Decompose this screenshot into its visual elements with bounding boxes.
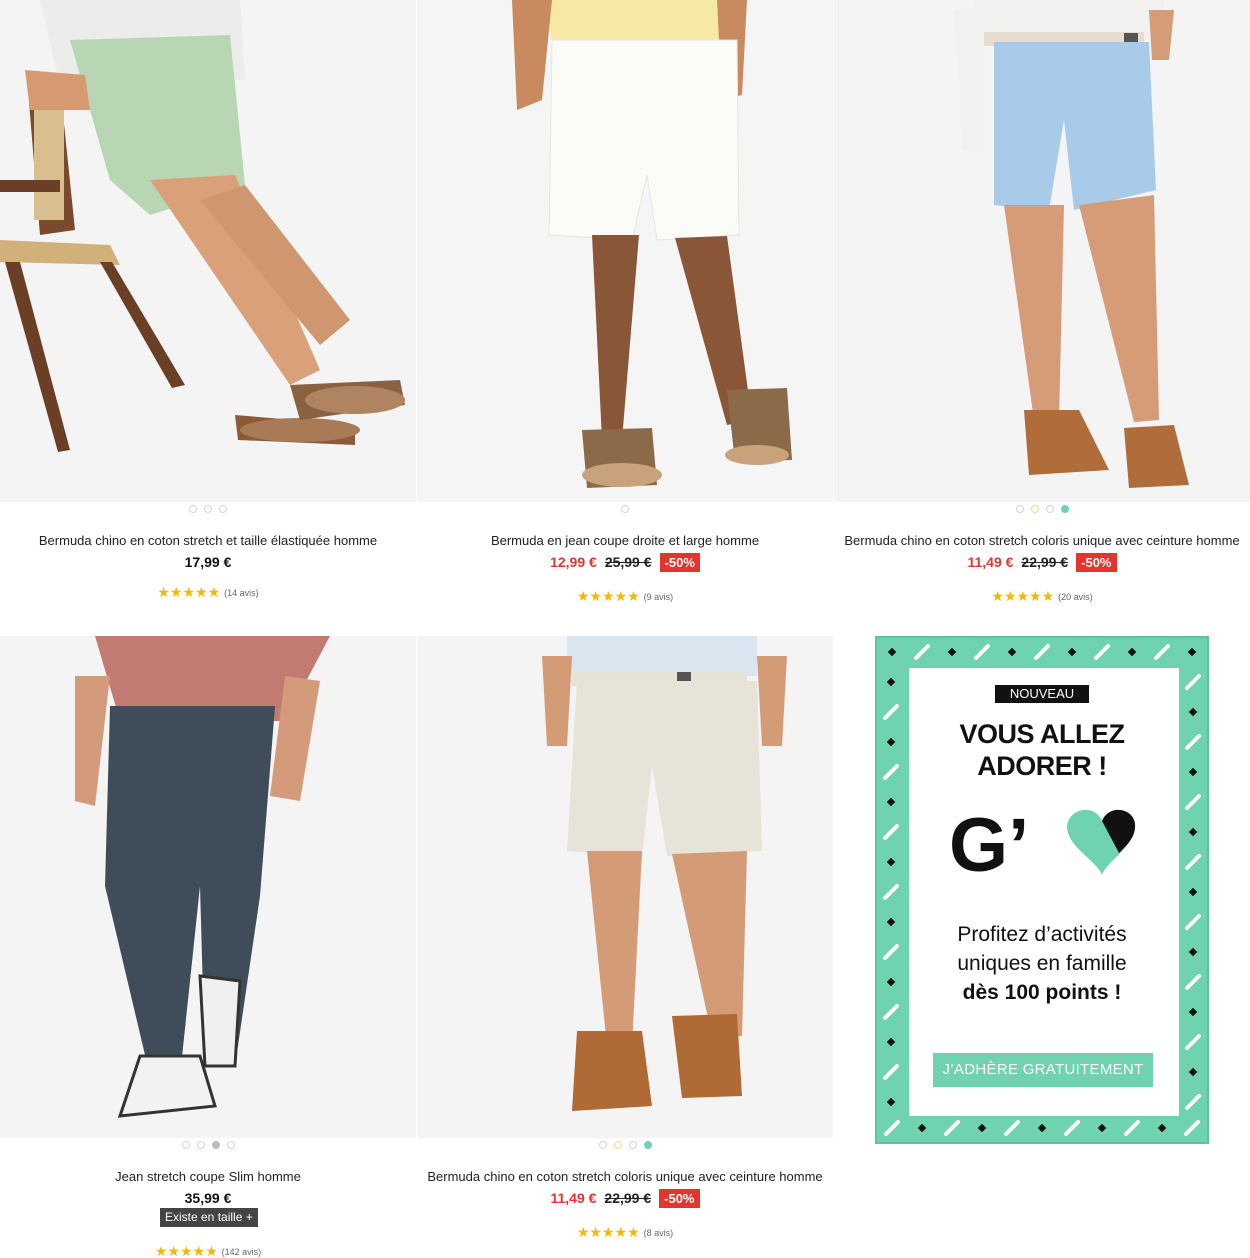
- product-price-row: 11,49 € 22,99 € -50%: [417, 1187, 833, 1209]
- product-image[interactable]: [417, 0, 833, 502]
- product-price-row: 12,99 € 25,99 € -50%: [417, 551, 833, 573]
- review-count: (142 avis): [221, 1246, 262, 1257]
- rating-stars: ★★★★★: [157, 584, 221, 600]
- original-price: 22,99 €: [1021, 554, 1069, 570]
- carousel-dot[interactable]: [598, 1141, 607, 1149]
- product-photo-illustration: [0, 0, 416, 502]
- carousel-dot[interactable]: [219, 505, 227, 513]
- sale-price: 11,49 €: [550, 1190, 597, 1206]
- product-photo-illustration: [834, 0, 1250, 502]
- size-availability-badge[interactable]: Existe en taille +: [160, 1208, 258, 1227]
- product-title[interactable]: Bermuda chino en coton stretch et taille…: [0, 533, 416, 548]
- product-title[interactable]: Jean stretch coupe Slim homme: [0, 1169, 416, 1184]
- image-carousel-dots[interactable]: [0, 505, 416, 515]
- product-photo-illustration: [0, 636, 416, 1138]
- product-price: 17,99 €: [184, 554, 232, 570]
- product-price: 35,99 €: [184, 1190, 232, 1206]
- product-title[interactable]: Bermuda chino en coton stretch coloris u…: [834, 533, 1250, 548]
- review-count: (14 avis): [224, 587, 259, 598]
- image-carousel-dots[interactable]: [834, 505, 1250, 515]
- review-count: (20 avis): [1058, 591, 1093, 602]
- loyalty-promo-banner[interactable]: NOUVEAU VOUS ALLEZ ADORER ! G’ Profitez …: [875, 636, 1209, 1144]
- promo-headline: VOUS ALLEZ ADORER !: [877, 718, 1207, 782]
- carousel-dot[interactable]: [189, 505, 197, 513]
- product-price-row: 35,99 €: [0, 1187, 416, 1209]
- carousel-dot[interactable]: [226, 1141, 235, 1149]
- product-rating[interactable]: ★★★★★ (9 avis): [417, 588, 833, 605]
- product-title[interactable]: Bermuda en jean coupe droite et large ho…: [417, 533, 833, 548]
- carousel-dot[interactable]: [1060, 505, 1069, 513]
- carousel-dot[interactable]: [613, 1141, 622, 1149]
- carousel-dot[interactable]: [1015, 505, 1024, 513]
- original-price: 22,99 €: [604, 1190, 652, 1206]
- product-image[interactable]: [834, 0, 1250, 502]
- carousel-dot[interactable]: [181, 1141, 190, 1149]
- carousel-dot[interactable]: [643, 1141, 652, 1149]
- carousel-dot[interactable]: [204, 505, 212, 513]
- image-carousel-dots[interactable]: [417, 505, 833, 515]
- carousel-dot[interactable]: [1030, 505, 1039, 513]
- product-rating[interactable]: ★★★★★ (142 avis): [0, 1243, 416, 1258]
- product-price-row: 17,99 €: [0, 551, 416, 573]
- product-rating[interactable]: ★★★★★ (20 avis): [834, 588, 1250, 605]
- review-count: (8 avis): [643, 1227, 674, 1238]
- product-image[interactable]: [0, 0, 416, 502]
- join-free-button[interactable]: J’ADHÈRE GRATUITEMENT: [933, 1053, 1153, 1087]
- product-card[interactable]: Bermuda chino en coton stretch coloris u…: [417, 636, 833, 1258]
- rating-stars: ★★★★★: [991, 588, 1055, 604]
- rating-stars: ★★★★★: [576, 1224, 640, 1240]
- discount-badge: -50%: [1076, 552, 1117, 572]
- promo-body-line: uniques en famille: [957, 952, 1127, 975]
- logo-text: G’: [949, 803, 1029, 878]
- sale-price: 12,99 €: [550, 554, 597, 570]
- product-title[interactable]: Bermuda chino en coton stretch coloris u…: [417, 1169, 833, 1184]
- image-carousel-dots[interactable]: [417, 1141, 833, 1151]
- product-card[interactable]: Bermuda en jean coupe droite et large ho…: [417, 0, 833, 620]
- carousel-dot[interactable]: [1045, 505, 1054, 513]
- rating-stars: ★★★★★: [576, 588, 640, 604]
- discount-badge: -50%: [659, 552, 700, 572]
- discount-badge: -50%: [659, 1188, 700, 1208]
- product-rating[interactable]: ★★★★★ (14 avis): [0, 584, 416, 601]
- promo-headline-line: ADORER !: [977, 751, 1107, 781]
- promo-body-line: Profitez d’activités: [957, 923, 1127, 946]
- product-photo-illustration: [417, 636, 833, 1138]
- promo-body-line: dès 100 points !: [962, 981, 1122, 1004]
- original-price: 25,99 €: [604, 554, 652, 570]
- carousel-dot[interactable]: [196, 1141, 205, 1149]
- product-rating[interactable]: ★★★★★ (8 avis): [417, 1224, 833, 1241]
- image-carousel-dots[interactable]: [0, 1141, 416, 1151]
- product-card[interactable]: Bermuda chino en coton stretch coloris u…: [834, 0, 1250, 620]
- promo-headline-line: VOUS ALLEZ: [959, 719, 1125, 749]
- product-photo-illustration: [417, 0, 833, 502]
- sale-price: 11,49 €: [967, 554, 1014, 570]
- review-count: (9 avis): [643, 591, 674, 602]
- g-heart-logo-icon: G’: [949, 803, 1136, 878]
- promo-body-text: Profitez d’activités uniques en famille …: [877, 920, 1207, 1007]
- product-image[interactable]: [417, 636, 833, 1138]
- rating-stars: ★★★★★: [154, 1243, 218, 1258]
- product-price-row: 11,49 € 22,99 € -50%: [834, 551, 1250, 573]
- carousel-dot[interactable]: [211, 1141, 220, 1149]
- new-badge: NOUVEAU: [995, 685, 1089, 703]
- product-image[interactable]: [0, 636, 416, 1138]
- carousel-dot[interactable]: [621, 505, 629, 513]
- product-card[interactable]: Bermuda chino en coton stretch et taille…: [0, 0, 416, 620]
- product-card[interactable]: Jean stretch coupe Slim homme 35,99 €: [0, 636, 416, 1258]
- carousel-dot[interactable]: [628, 1141, 637, 1149]
